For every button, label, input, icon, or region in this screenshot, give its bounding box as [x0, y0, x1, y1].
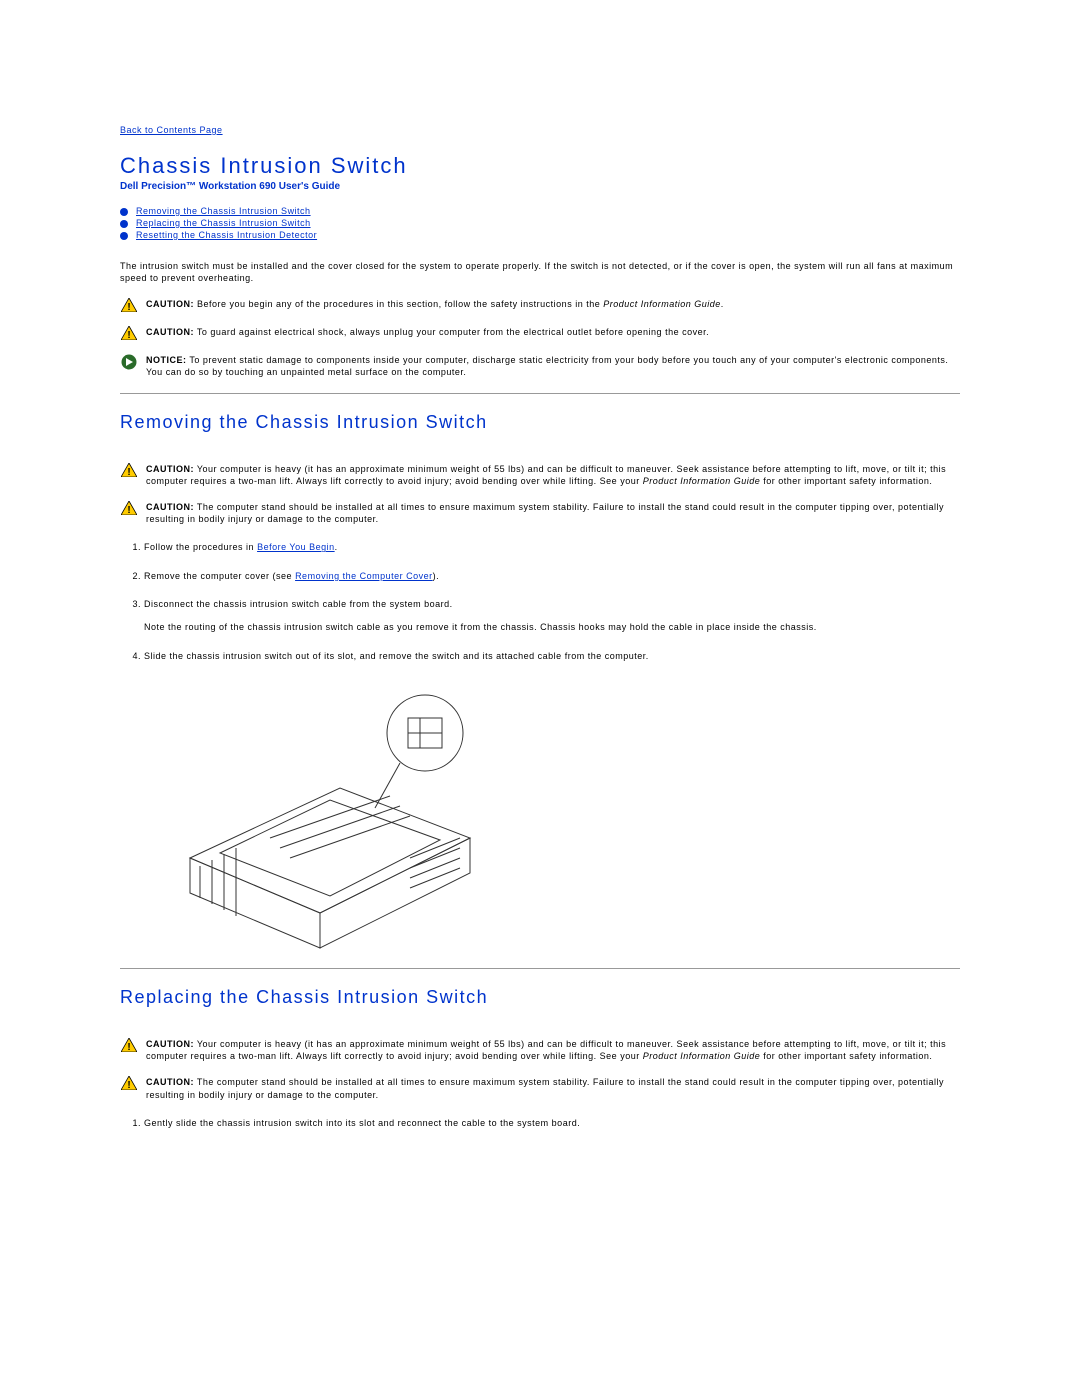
- caution-after: for other important safety information.: [760, 476, 932, 486]
- svg-text:!: !: [127, 505, 130, 515]
- divider: [120, 968, 960, 969]
- caution-body: The computer stand should be installed a…: [146, 502, 944, 524]
- caution-icon: !: [121, 463, 137, 477]
- step-item: Gently slide the chassis intrusion switc…: [144, 1117, 960, 1130]
- document-page: Back to Contents Page Chassis Intrusion …: [0, 0, 1080, 1195]
- steps-list-removing: Follow the procedures in Before You Begi…: [120, 541, 960, 662]
- step-text: Remove the computer cover (see: [144, 571, 295, 581]
- notice-icon: [121, 354, 137, 370]
- link-removing-cover[interactable]: Removing the Computer Cover: [295, 571, 433, 581]
- toc-link-removing[interactable]: Removing the Chassis Intrusion Switch: [136, 206, 311, 216]
- caution-icon: !: [121, 501, 137, 515]
- step-text: Disconnect the chassis intrusion switch …: [144, 599, 453, 609]
- caution-label: CAUTION:: [146, 327, 194, 337]
- caution-row: ! CAUTION: To guard against electrical s…: [120, 326, 960, 340]
- step-item: Slide the chassis intrusion switch out o…: [144, 650, 960, 663]
- toc-link-replacing[interactable]: Replacing the Chassis Intrusion Switch: [136, 218, 311, 228]
- caution-icon: !: [121, 298, 137, 312]
- caution-label: CAUTION:: [146, 1077, 194, 1087]
- caution-after: .: [721, 299, 724, 309]
- notice-label: NOTICE:: [146, 355, 187, 365]
- pig-ref: Product Information Guide: [643, 1051, 761, 1061]
- caution-body: The computer stand should be installed a…: [146, 1077, 944, 1099]
- caution-text: CAUTION: The computer stand should be in…: [146, 1076, 960, 1100]
- step-item: Follow the procedures in Before You Begi…: [144, 541, 960, 554]
- svg-text:!: !: [127, 467, 130, 477]
- caution-label: CAUTION:: [146, 299, 194, 309]
- table-of-contents: Removing the Chassis Intrusion Switch Re…: [120, 206, 960, 240]
- caution-text: CAUTION: Your computer is heavy (it has …: [146, 1038, 960, 1062]
- page-subtitle: Dell Precision™ Workstation 690 User's G…: [120, 181, 960, 192]
- caution-row: ! CAUTION: Before you begin any of the p…: [120, 298, 960, 312]
- svg-text:!: !: [127, 1080, 130, 1090]
- section-heading-replacing: Replacing the Chassis Intrusion Switch: [120, 987, 960, 1008]
- page-title: Chassis Intrusion Switch: [120, 153, 960, 179]
- notice-row: NOTICE: To prevent static damage to comp…: [120, 354, 960, 378]
- link-before-you-begin[interactable]: Before You Begin: [257, 542, 335, 552]
- caution-label: CAUTION:: [146, 464, 194, 474]
- intro-paragraph: The intrusion switch must be installed a…: [120, 260, 960, 284]
- section-heading-removing: Removing the Chassis Intrusion Switch: [120, 412, 960, 433]
- caution-row: ! CAUTION: Your computer is heavy (it ha…: [120, 463, 960, 487]
- step-text-after: .: [335, 542, 338, 552]
- notice-text: NOTICE: To prevent static damage to comp…: [146, 354, 960, 378]
- pig-ref: Product Information Guide: [643, 476, 761, 486]
- caution-icon: !: [121, 1038, 137, 1052]
- caution-row: ! CAUTION: The computer stand should be …: [120, 1076, 960, 1100]
- caution-icon: !: [121, 1076, 137, 1090]
- step-text: Gently slide the chassis intrusion switc…: [144, 1118, 580, 1128]
- back-to-contents: Back to Contents Page: [120, 125, 960, 135]
- svg-text:!: !: [127, 1042, 130, 1052]
- caution-text: CAUTION: Before you begin any of the pro…: [146, 298, 960, 310]
- caution-row: ! CAUTION: Your computer is heavy (it ha…: [120, 1038, 960, 1062]
- divider: [120, 393, 960, 394]
- toc-link-resetting[interactable]: Resetting the Chassis Intrusion Detector: [136, 230, 317, 240]
- step-item: Remove the computer cover (see Removing …: [144, 570, 960, 583]
- back-link[interactable]: Back to Contents Page: [120, 125, 223, 135]
- step-text: Follow the procedures in: [144, 542, 257, 552]
- step-text: Slide the chassis intrusion switch out o…: [144, 651, 649, 661]
- caution-text: CAUTION: To guard against electrical sho…: [146, 326, 960, 338]
- chassis-diagram: [150, 678, 510, 958]
- steps-list-replacing: Gently slide the chassis intrusion switc…: [120, 1117, 960, 1130]
- svg-text:!: !: [127, 302, 130, 312]
- caution-body: To guard against electrical shock, alway…: [194, 327, 709, 337]
- caution-text: CAUTION: Your computer is heavy (it has …: [146, 463, 960, 487]
- step-item: Disconnect the chassis intrusion switch …: [144, 598, 960, 633]
- notice-body: To prevent static damage to components i…: [146, 355, 948, 377]
- caution-label: CAUTION:: [146, 502, 194, 512]
- caution-body: Before you begin any of the procedures i…: [194, 299, 603, 309]
- step-note: Note the routing of the chassis intrusio…: [144, 621, 960, 634]
- caution-icon: !: [121, 326, 137, 340]
- caution-text: CAUTION: The computer stand should be in…: [146, 501, 960, 525]
- caution-label: CAUTION:: [146, 1039, 194, 1049]
- caution-after: for other important safety information.: [760, 1051, 932, 1061]
- svg-text:!: !: [127, 330, 130, 340]
- step-text-after: ).: [433, 571, 440, 581]
- pig-ref: Product Information Guide: [603, 299, 721, 309]
- caution-row: ! CAUTION: The computer stand should be …: [120, 501, 960, 525]
